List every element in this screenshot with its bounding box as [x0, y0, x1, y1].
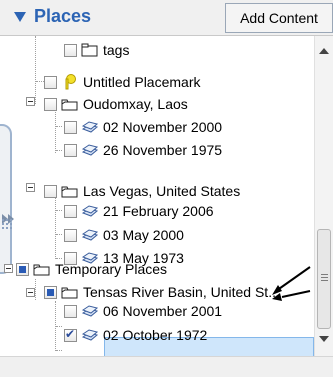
tree-item-oudomxay[interactable]: Oudomxay, Laos [44, 94, 188, 114]
tree-item-label: 02 November 2000 [103, 119, 223, 135]
imagery-layer-icon [81, 121, 98, 133]
placemark-pin-icon [65, 74, 76, 90]
places-panel-header: Places Add Content [0, 0, 333, 36]
tree-item-label: 26 November 1975 [103, 142, 223, 158]
visibility-checkbox[interactable] [44, 184, 57, 198]
tree-connector [36, 81, 44, 82]
tree-item-label: 06 November 2001 [103, 303, 223, 319]
tree-item-26-november-1975[interactable]: 26 November 1975 [64, 140, 222, 160]
places-tree: tags Untitled Placemark Oudomxay, Laos 0… [0, 36, 314, 356]
places-title[interactable]: Places [34, 6, 91, 27]
visibility-checkbox[interactable] [64, 120, 77, 134]
scroll-thumb[interactable] [317, 229, 331, 329]
tree-connector [56, 234, 62, 235]
tree-item-02-november-2000[interactable]: 02 November 2000 [64, 117, 222, 137]
tree-item-temporary-places[interactable]: Temporary Places [16, 259, 167, 279]
tree-item-label: Las Vegas, United States [83, 183, 241, 199]
folder-icon [81, 43, 98, 57]
visibility-checkbox[interactable] [44, 75, 57, 89]
tree-item-label: tags [103, 42, 130, 58]
open-folder-icon [61, 99, 78, 111]
expander-las-vegas[interactable] [26, 183, 35, 192]
tree-connector [35, 279, 36, 300]
scroll-up-arrow-icon[interactable] [319, 48, 329, 54]
add-content-button[interactable]: Add Content [225, 3, 333, 33]
tree-item-las-vegas[interactable]: Las Vegas, United States [44, 181, 240, 201]
imagery-layer-icon [81, 205, 98, 217]
vertical-scrollbar[interactable] [314, 36, 333, 356]
tree-item-label: 21 February 2006 [103, 203, 214, 219]
visibility-checkbox[interactable] [64, 228, 77, 242]
visibility-checkbox[interactable] [44, 285, 57, 299]
visibility-checkbox[interactable] [16, 262, 29, 276]
tree-item-02-october-1972[interactable]: 02 October 1972 [64, 325, 207, 345]
imagery-layer-icon [81, 144, 98, 156]
scroll-down-arrow-icon[interactable] [319, 336, 329, 342]
tree-connector [56, 326, 62, 327]
tree-item-tags[interactable]: tags [64, 40, 129, 60]
tree-item-06-november-2001[interactable]: 06 November 2001 [64, 301, 222, 321]
tree-connector [56, 150, 62, 151]
tree-connector [35, 36, 36, 104]
visibility-checkbox[interactable] [64, 304, 77, 318]
tree-item-label: 02 October 1972 [103, 327, 208, 343]
expander-tensas-river[interactable] [26, 288, 35, 297]
open-folder-icon [61, 287, 78, 299]
visibility-checkbox[interactable] [64, 204, 77, 218]
tree-connector [56, 210, 62, 211]
collapse-triangle-icon[interactable] [14, 12, 26, 22]
tree-connector [56, 350, 62, 351]
visibility-checkbox[interactable] [64, 143, 77, 157]
expander-oudomxay[interactable] [26, 97, 35, 106]
tree-item-03-may-2000[interactable]: 03 May 2000 [64, 225, 184, 245]
imagery-layer-icon [81, 305, 98, 317]
open-folder-icon [61, 186, 78, 198]
tree-item-label: Oudomxay, Laos [83, 96, 188, 112]
expander-temporary-places[interactable] [4, 264, 13, 273]
tree-item-tensas-river-basin[interactable]: Tensas River Basin, United St... [44, 282, 280, 302]
tree-connector [55, 191, 56, 259]
visibility-checkbox[interactable] [44, 97, 57, 111]
panel-bottom-edge [0, 356, 333, 377]
tree-item-label: Untitled Placemark [83, 74, 201, 90]
imagery-layer-icon [81, 229, 98, 241]
imagery-layer-icon [81, 329, 98, 341]
tree-item-label: 03 May 2000 [103, 227, 184, 243]
tree-item-label: Temporary Places [55, 261, 168, 277]
annotation-arrow-icon [272, 266, 311, 301]
visibility-checkbox[interactable] [64, 43, 77, 57]
tree-connector [56, 126, 62, 127]
tree-item-label: Tensas River Basin, United St... [83, 284, 280, 300]
tree-item-untitled-placemark[interactable]: Untitled Placemark [44, 72, 201, 92]
open-folder-icon [33, 264, 50, 276]
tree-item-21-february-2006[interactable]: 21 February 2006 [64, 201, 214, 221]
visibility-checkbox[interactable] [64, 327, 77, 342]
